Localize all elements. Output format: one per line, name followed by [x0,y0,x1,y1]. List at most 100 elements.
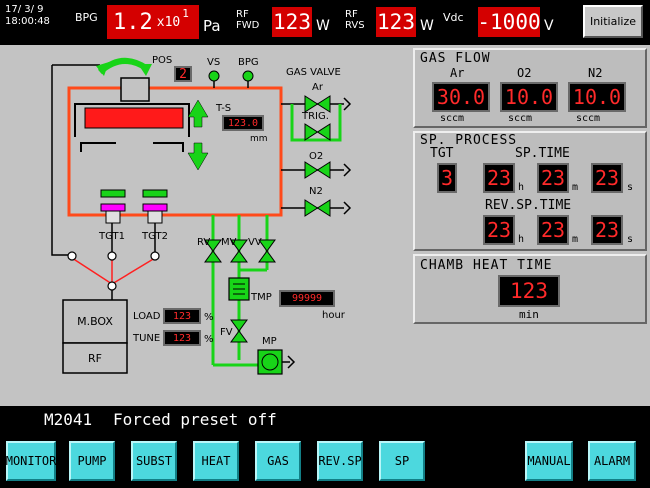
vdc-label: Vdc [443,11,464,24]
o2-valve-icon [304,161,331,179]
chamb-heat-unit: min [519,308,539,321]
nav-gas-button[interactable]: GAS [255,441,301,481]
bpg-exponent: 1 [182,6,189,20]
nav-manual-button[interactable]: MANUAL [525,441,573,481]
tgt-label: TGT [430,146,454,161]
rev-sp-time-h-unit: h [518,234,525,245]
bpg-label: BPG [75,11,98,24]
mp-label: MP [262,336,277,347]
rf-generator-label: RF [88,351,102,365]
nav-rev-sp-button[interactable]: REV.SP [317,441,363,481]
sp-time-minutes: 23 [537,163,569,193]
sp-time-s-unit: s [627,182,634,193]
rf-rvs-label-1: RF [345,9,358,20]
vdc-readout: -1000 [477,7,541,37]
tgt1-label: TGT1 [99,231,125,242]
process-diagram [51,58,352,375]
bpg-readout: 1.2 x10 1 [107,5,199,39]
rf-fwd-label-1: RF [236,9,249,20]
gas-flow-o2-unit: sccm [508,113,533,124]
n2-line-label: N2 [309,186,323,197]
chamb-heat-readout: 123 [498,275,560,307]
hour-unit: hour [322,310,345,321]
nav-pump-button[interactable]: PUMP [69,441,115,481]
rev-sp-time-m-unit: m [572,234,579,245]
rf-rvs-label-2: RVS [345,20,365,31]
nav-alarm-button[interactable]: ALARM [588,441,636,481]
vs-gauge-icon [208,70,220,82]
fv-label: FV [220,327,233,338]
gas-flow-ar-readout: 30.0 [432,82,490,112]
vv-label: VV [248,237,262,248]
mbox-label: M.BOX [77,315,113,328]
load-label: LOAD [133,311,161,322]
gas-flow-n2-readout: 10.0 [568,82,626,112]
tmp-hour-readout: 99999 [279,290,335,307]
ts-unit: mm [250,134,268,144]
tgt2-label: TGT2 [142,231,168,242]
nav-heat-button[interactable]: HEAT [193,441,239,481]
ts-readout: 123.0 [222,115,264,131]
tune-label: TUNE [133,333,161,344]
sp-time-label: SP.TIME [515,146,570,161]
fv-valve-icon [230,319,248,343]
gas-flow-o2-readout: 10.0 [500,82,558,112]
load-percent: % [204,312,214,323]
nav-subst-button[interactable]: SUBST [131,441,177,481]
rotation-arrow-icon [96,58,152,76]
rf-rvs-unit: W [420,18,434,34]
pos-readout: 2 [174,66,192,82]
rev-sp-time-minutes: 23 [537,215,569,245]
ar-line-label: Ar [312,82,323,93]
rev-sp-time-s-unit: s [627,234,634,245]
sp-time-h-unit: h [518,182,525,193]
load-readout: 123 [163,308,201,324]
rev-sp-time-hours: 23 [483,215,515,245]
pos-label: POS [152,55,173,66]
sp-time-seconds: 23 [591,163,623,193]
chamb-heat-title: CHAMB HEAT TIME [420,258,553,273]
bpg-mantissa: 1.2 [113,9,153,35]
o2-line-label: O2 [309,151,324,162]
gas-valve-label: GAS VALVE [286,67,341,78]
bpg-unit: Pa [203,17,221,35]
bpg-multiplier: x10 [156,14,181,30]
n2-valve-icon [304,199,331,217]
rf-fwd-readout: 123 [272,7,312,37]
rev-sp-time-label: REV.SP.TIME [485,198,572,213]
sp-time-hours: 23 [483,163,515,193]
initialize-button[interactable]: Initialize [583,5,643,38]
gas-flow-o2-label: O2 [517,66,532,80]
gas-flow-ar-label: Ar [450,66,465,80]
gas-flow-ar-unit: sccm [440,113,465,124]
status-message-bar: M2041 Forced preset off [0,406,650,433]
tune-percent: % [204,334,214,345]
tgt-readout: 3 [437,163,457,193]
nav-monitor-button[interactable]: MONITOR [6,441,56,481]
vdc-unit: V [544,18,554,34]
sp-time-m-unit: m [572,182,579,193]
trig-valve-icon [304,123,331,141]
rf-rvs-readout: 123 [376,7,416,37]
ar-valve-icon [304,95,331,113]
rf-fwd-unit: W [316,18,330,34]
tune-readout: 123 [163,330,201,346]
gas-flow-n2-label: N2 [588,66,603,80]
rf-fwd-label-2: FWD [236,20,260,31]
status-message: Forced preset off [113,410,277,429]
ts-label: T-S [216,103,232,114]
gas-flow-n2-unit: sccm [576,113,601,124]
substrate-heater [84,107,184,129]
rv-label: RV [197,237,211,248]
date-display: 17/ 3/ 9 [5,4,44,15]
bpg-gauge-label: BPG [238,57,259,68]
status-code: M2041 [44,410,93,429]
bpg-gauge-icon [242,70,254,82]
gas-flow-title: GAS FLOW [420,51,491,66]
trig-label: TRIG. [302,111,329,122]
time-display: 18:00:48 [5,16,50,27]
rev-sp-time-seconds: 23 [591,215,623,245]
tmp-label: TMP [251,292,272,303]
nav-sp-button[interactable]: SP [379,441,425,481]
vs-label: VS [207,57,221,68]
